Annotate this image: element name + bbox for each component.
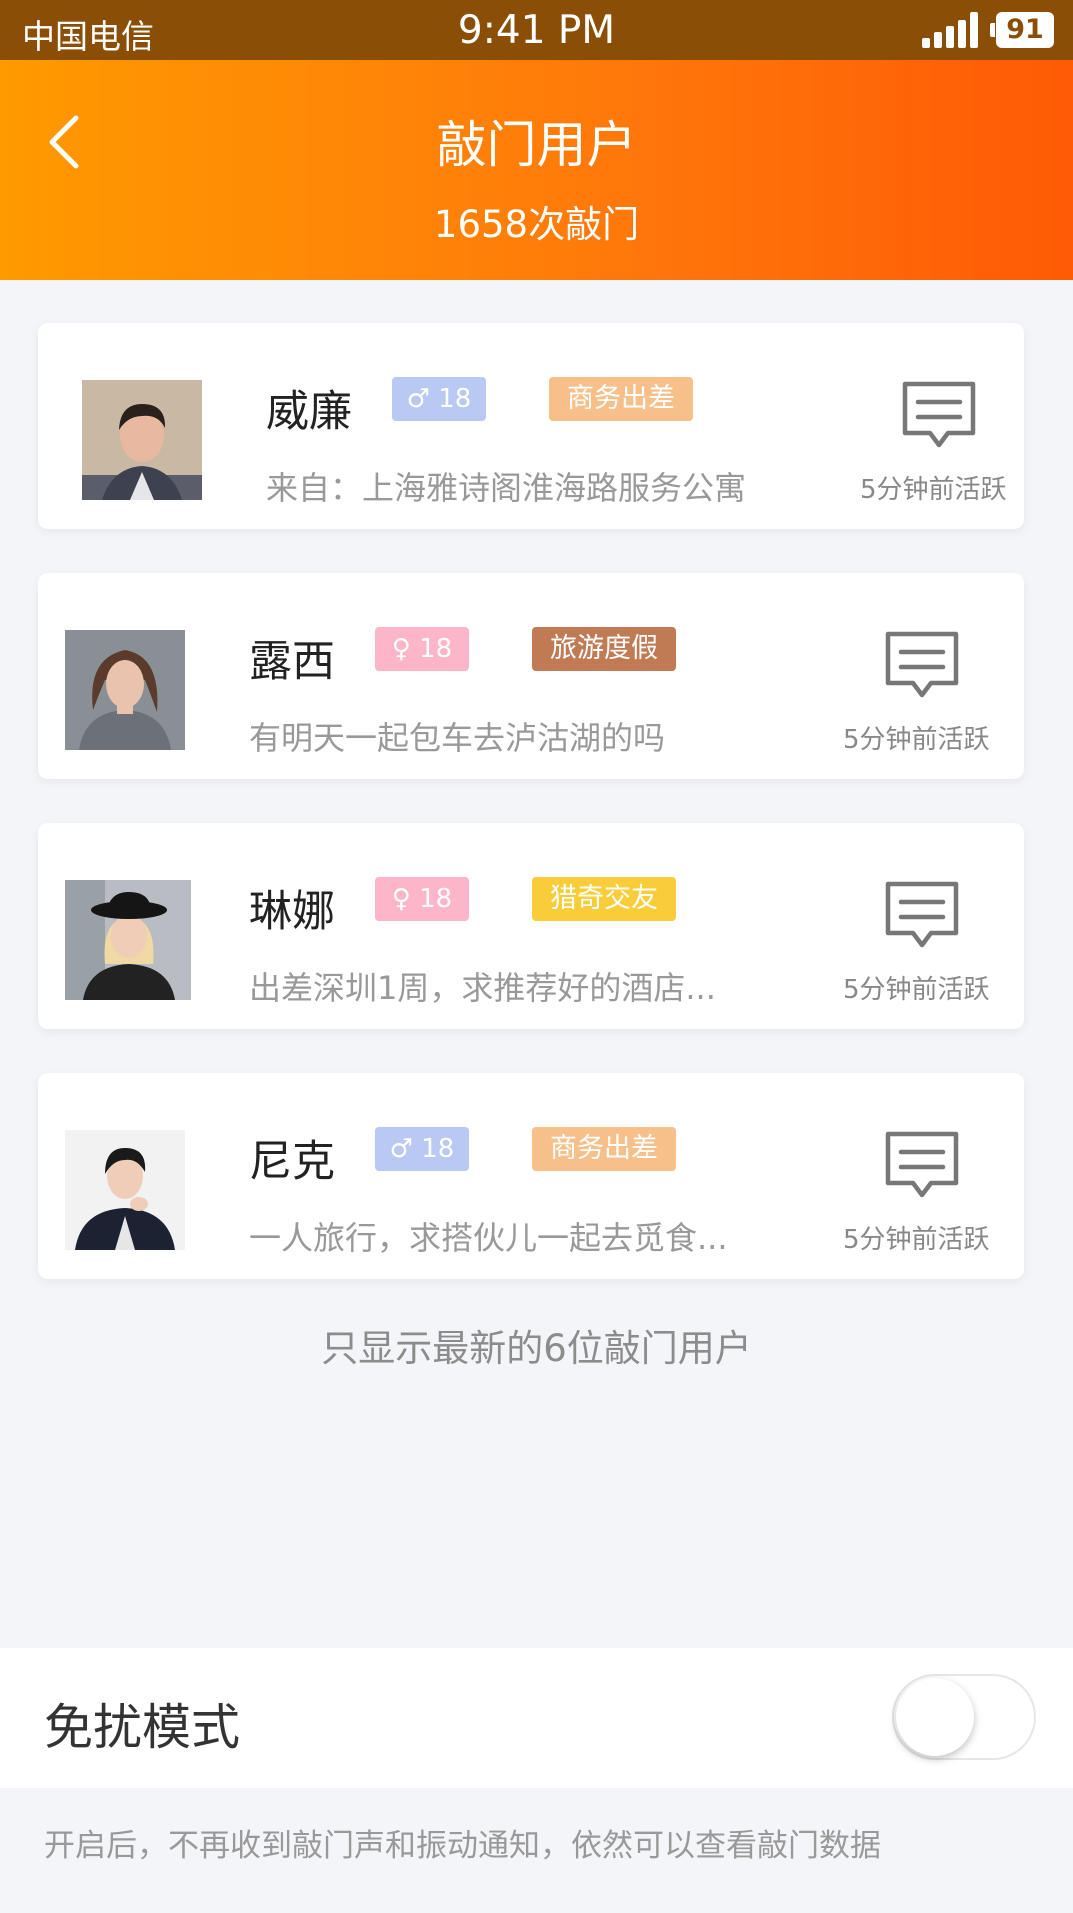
dnd-label: 免扰模式 <box>44 1699 241 1756</box>
list-footer-note: 只显示最新的6位敲门用户 <box>321 1327 752 1370</box>
avatar <box>65 630 185 750</box>
status-time: 9:41 PM <box>457 8 616 53</box>
dnd-setting-row: 免扰模式 <box>0 1648 1073 1788</box>
signal-icon <box>922 12 980 48</box>
active-status: 5分钟前活跃 <box>843 1225 990 1255</box>
active-status: 5分钟前活跃 <box>843 725 990 755</box>
purpose-tag: 商务出差 <box>549 377 693 421</box>
user-card[interactable]: 威廉 ♂ 18 商务出差 来自：上海雅诗阁淮海路服务公寓 5分钟前活跃 <box>38 323 1024 529</box>
avatar <box>65 880 191 1000</box>
user-age: 18 <box>438 384 472 414</box>
gender-age-badge: ♀ 18 <box>375 877 469 921</box>
user-name: 琳娜 <box>249 887 335 937</box>
female-icon: ♀ <box>391 884 411 914</box>
user-card[interactable]: 露西 ♀ 18 旅游度假 有明天一起包车去泸沽湖的吗 5分钟前活跃 <box>38 573 1024 779</box>
purpose-tag: 猎奇交友 <box>532 877 676 921</box>
page-title: 敲门用户 <box>436 116 637 174</box>
avatar <box>65 1130 185 1250</box>
user-card[interactable]: 尼克 ♂ 18 商务出差 一人旅行，求搭伙儿一起去觅食... 5分钟前活跃 <box>38 1073 1024 1279</box>
female-icon: ♀ <box>391 634 411 664</box>
purpose-tag: 旅游度假 <box>532 627 676 671</box>
gender-age-badge: ♂ 18 <box>375 1127 469 1171</box>
dnd-description: 开启后，不再收到敲门声和振动通知，依然可以查看敲门数据 <box>44 1828 881 1864</box>
active-status: 5分钟前活跃 <box>843 975 990 1005</box>
knock-count: 1658次敲门 <box>433 203 640 246</box>
avatar <box>82 380 202 500</box>
gender-age-badge: ♀ 18 <box>375 627 469 671</box>
purpose-tag: 商务出差 <box>532 1127 676 1171</box>
user-name: 尼克 <box>249 1137 335 1187</box>
user-card[interactable]: 琳娜 ♀ 18 猎奇交友 出差深圳1周，求推荐好的酒店... 5分钟前活跃 <box>38 823 1024 1029</box>
battery-icon: 91 <box>990 12 1054 48</box>
dnd-toggle[interactable] <box>892 1674 1036 1760</box>
user-description: 有明天一起包车去泸沽湖的吗 <box>249 719 666 757</box>
gender-age-badge: ♂ 18 <box>392 377 486 421</box>
user-age: 18 <box>419 884 453 914</box>
user-name: 露西 <box>249 637 335 687</box>
message-icon[interactable] <box>883 1129 961 1207</box>
toggle-knob <box>896 1678 974 1756</box>
user-description: 出差深圳1周，求推荐好的酒店... <box>249 969 716 1007</box>
male-icon: ♂ <box>389 1134 413 1164</box>
user-name: 威廉 <box>266 387 352 437</box>
message-icon[interactable] <box>883 629 961 707</box>
male-icon: ♂ <box>406 384 430 414</box>
message-icon[interactable] <box>883 879 961 957</box>
page-header: 敲门用户 1658次敲门 <box>0 60 1073 280</box>
active-status: 5分钟前活跃 <box>860 475 1007 505</box>
status-bar: 中国电信 9:41 PM 91 <box>0 0 1073 60</box>
user-age: 18 <box>421 1134 455 1164</box>
message-icon[interactable] <box>900 379 978 457</box>
user-description: 来自：上海雅诗阁淮海路服务公寓 <box>266 469 747 507</box>
user-description: 一人旅行，求搭伙儿一起去觅食... <box>249 1219 728 1257</box>
user-age: 18 <box>419 634 453 664</box>
